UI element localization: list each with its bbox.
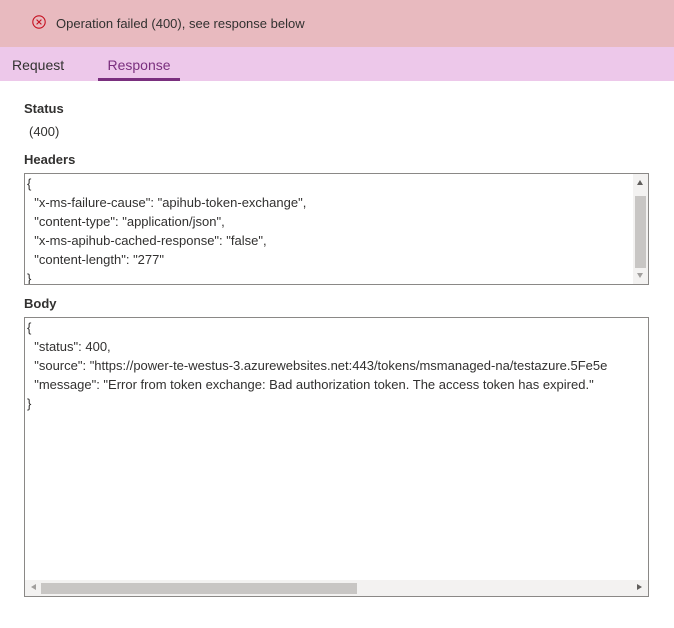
error-banner: Operation failed (400), see response bel…: [0, 0, 674, 47]
tab-request[interactable]: Request: [12, 47, 64, 81]
scroll-up-arrow-icon[interactable]: [637, 180, 643, 185]
scroll-right-arrow-icon[interactable]: [637, 584, 642, 590]
headers-label: Headers: [24, 152, 76, 167]
error-circle-icon: [32, 15, 46, 29]
tab-response[interactable]: Response: [98, 47, 180, 81]
headers-line: {: [27, 176, 32, 191]
body-scroll-thumb[interactable]: [41, 583, 357, 594]
status-label: Status: [24, 101, 64, 116]
error-message: Operation failed (400), see response bel…: [56, 16, 305, 31]
headers-textarea[interactable]: { "x-ms-failure-cause": "apihub-token-ex…: [24, 173, 649, 285]
body-content: { "status": 400, "source": "https://powe…: [27, 318, 607, 413]
headers-content: { "x-ms-failure-cause": "apihub-token-ex…: [27, 174, 307, 285]
headers-line: "x-ms-apihub-cached-response": "false",: [27, 233, 267, 248]
body-line: }: [27, 396, 32, 411]
headers-vertical-scrollbar[interactable]: [633, 174, 648, 284]
status-value: (400): [29, 124, 60, 139]
headers-line: "content-length": "277": [27, 252, 164, 267]
body-line: {: [27, 320, 32, 335]
headers-line: "content-type": "application/json",: [27, 214, 225, 229]
body-line: "status": 400,: [27, 339, 111, 354]
scroll-down-arrow-icon[interactable]: [637, 273, 643, 278]
active-tab-indicator: [98, 78, 180, 81]
body-textarea[interactable]: { "status": 400, "source": "https://powe…: [24, 317, 649, 597]
body-line: "source": "https://power-te-westus-3.azu…: [27, 358, 608, 373]
headers-line: }: [27, 271, 32, 285]
scroll-left-arrow-icon[interactable]: [31, 584, 36, 590]
tab-bar: Request Response: [0, 47, 674, 81]
body-line: "message": "Error from token exchange: B…: [27, 377, 594, 392]
body-label: Body: [24, 296, 57, 311]
headers-scroll-thumb[interactable]: [635, 196, 646, 268]
body-horizontal-scrollbar[interactable]: [25, 580, 648, 596]
headers-line: "x-ms-failure-cause": "apihub-token-exch…: [27, 195, 307, 210]
